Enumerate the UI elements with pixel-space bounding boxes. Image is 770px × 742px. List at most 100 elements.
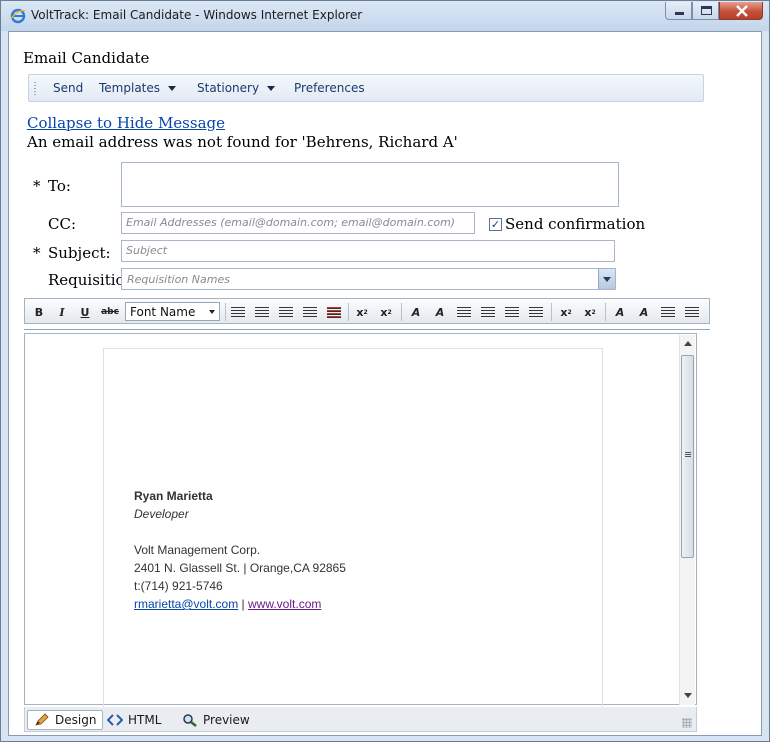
email-toolbar: Send Templates Stationery Preferences	[28, 74, 704, 102]
text-direction-button[interactable]: A	[407, 303, 425, 321]
signature-role: Developer	[134, 507, 189, 521]
scroll-thumb[interactable]	[681, 355, 694, 558]
outdent-button-2[interactable]	[659, 303, 677, 321]
toolbar-separator	[225, 303, 226, 321]
close-button[interactable]	[719, 2, 763, 20]
text-direction-button-2[interactable]: A	[611, 303, 629, 321]
bold-button[interactable]: B	[31, 303, 47, 321]
html-mode-tab[interactable]: HTML	[107, 710, 161, 730]
strikethrough-button[interactable]: abc	[100, 303, 120, 321]
editor-scrollbar[interactable]	[679, 335, 695, 705]
chevron-down-icon	[267, 86, 276, 91]
indent-icon	[481, 306, 495, 318]
toolbar-separator	[605, 303, 606, 321]
divider	[24, 329, 710, 330]
preferences-button[interactable]: Preferences	[294, 81, 365, 95]
toolbar-grip	[34, 82, 36, 95]
toolbar-separator	[551, 303, 552, 321]
signature-separator: |	[241, 597, 245, 611]
stationery-paper: Ryan Marietta Developer Volt Management …	[103, 348, 603, 708]
outdent-icon	[457, 306, 471, 318]
outdent-icon	[661, 306, 675, 318]
cc-label: CC:	[48, 215, 77, 233]
send-button[interactable]: Send	[53, 81, 83, 95]
align-left-button[interactable]	[229, 303, 247, 321]
numbered-list-button[interactable]	[503, 303, 521, 321]
indent-button-2[interactable]	[683, 303, 701, 321]
minimize-icon	[675, 12, 684, 15]
required-marker: *	[33, 177, 41, 195]
superscript-button-2[interactable]: x2	[557, 303, 575, 321]
italic-button[interactable]: I	[54, 303, 70, 321]
scroll-up-icon[interactable]	[684, 341, 692, 346]
collapse-message-link[interactable]: Collapse to Hide Message	[27, 114, 225, 132]
html-mode-label: HTML	[128, 713, 162, 727]
maximize-button[interactable]	[692, 2, 719, 20]
title-bar: VoltTrack: Email Candidate - Windows Int…	[1, 1, 769, 31]
justify-icon	[303, 306, 317, 318]
page-title: Email Candidate	[23, 49, 150, 67]
to-label: To:	[48, 177, 71, 195]
subscript-button-2[interactable]: x2	[581, 303, 599, 321]
minimize-button[interactable]	[665, 2, 692, 20]
scroll-down-icon[interactable]	[684, 693, 692, 698]
code-icon	[107, 714, 123, 726]
send-confirmation-checkbox[interactable]: ✓	[489, 218, 502, 231]
requisition-combobox[interactable]: Requisition Names	[121, 268, 616, 290]
editor-mode-bar: Design HTML Preview	[24, 707, 697, 732]
message-editor[interactable]: Ryan Marietta Developer Volt Management …	[24, 333, 697, 708]
outdent-button[interactable]	[455, 303, 473, 321]
chevron-down-icon	[168, 86, 177, 91]
font-name-select[interactable]: Font Name	[125, 302, 220, 321]
indent-icon	[685, 306, 699, 318]
justify-none-icon	[327, 306, 341, 318]
text-direction-rtl-button[interactable]: A	[431, 303, 449, 321]
design-mode-label: Design	[55, 713, 97, 727]
grip-icon	[685, 452, 691, 458]
design-mode-tab[interactable]: Design	[27, 710, 104, 730]
signature-links: rmarietta@volt.com | www.volt.com	[134, 597, 321, 611]
subscript-button[interactable]: x2	[377, 303, 395, 321]
preview-mode-tab[interactable]: Preview	[182, 710, 250, 730]
signature-company: Volt Management Corp.	[134, 543, 261, 557]
magnifier-icon	[183, 714, 197, 727]
justify-button[interactable]	[301, 303, 319, 321]
to-field[interactable]	[121, 162, 619, 207]
required-marker: *	[33, 244, 41, 262]
align-center-icon	[255, 306, 269, 318]
browser-window: VoltTrack: Email Candidate - Windows Int…	[0, 0, 770, 742]
requisition-placeholder: Requisition Names	[127, 273, 230, 286]
subject-input[interactable]: Subject	[121, 240, 615, 262]
bulleted-list-button[interactable]	[527, 303, 545, 321]
bulleted-list-icon	[529, 306, 543, 318]
window-title: VoltTrack: Email Candidate - Windows Int…	[31, 8, 363, 22]
align-center-button[interactable]	[253, 303, 271, 321]
subject-label: Subject:	[48, 244, 111, 262]
toolbar-separator	[348, 303, 349, 321]
underline-button[interactable]: U	[77, 303, 93, 321]
warning-message: An email address was not found for 'Behr…	[27, 133, 458, 151]
pencil-icon	[35, 713, 49, 726]
preview-mode-label: Preview	[203, 713, 250, 727]
page-content: Email Candidate Send Templates Stationer…	[8, 31, 762, 736]
stationery-menu[interactable]: Stationery	[197, 81, 276, 95]
indent-button[interactable]	[479, 303, 497, 321]
signature-email-link[interactable]: rmarietta@volt.com	[134, 597, 238, 611]
chevron-down-icon[interactable]	[598, 269, 615, 289]
signature-website-link[interactable]: www.volt.com	[248, 597, 321, 611]
resize-grip-icon[interactable]	[682, 718, 692, 728]
cc-input[interactable]: Email Addresses (email@domain.com; email…	[121, 212, 475, 234]
close-icon	[736, 5, 748, 17]
signature-name: Ryan Marietta	[134, 489, 213, 503]
toolbar-separator	[401, 303, 402, 321]
signature-address: 2401 N. Glassell St. | Orange,CA 92865	[134, 561, 346, 575]
superscript-button[interactable]: x2	[353, 303, 371, 321]
align-right-button[interactable]	[277, 303, 295, 321]
editor-toolbar: B I U abc Font Name x2 x2 A A x2 x2 A A	[24, 298, 710, 324]
signature-phone: t:(714) 921-5746	[134, 579, 223, 593]
numbered-list-icon	[505, 306, 519, 318]
justify-none-button[interactable]	[325, 303, 343, 321]
text-direction-rtl-button-2[interactable]: A	[635, 303, 653, 321]
templates-menu[interactable]: Templates	[99, 81, 177, 95]
align-left-icon	[231, 306, 245, 318]
